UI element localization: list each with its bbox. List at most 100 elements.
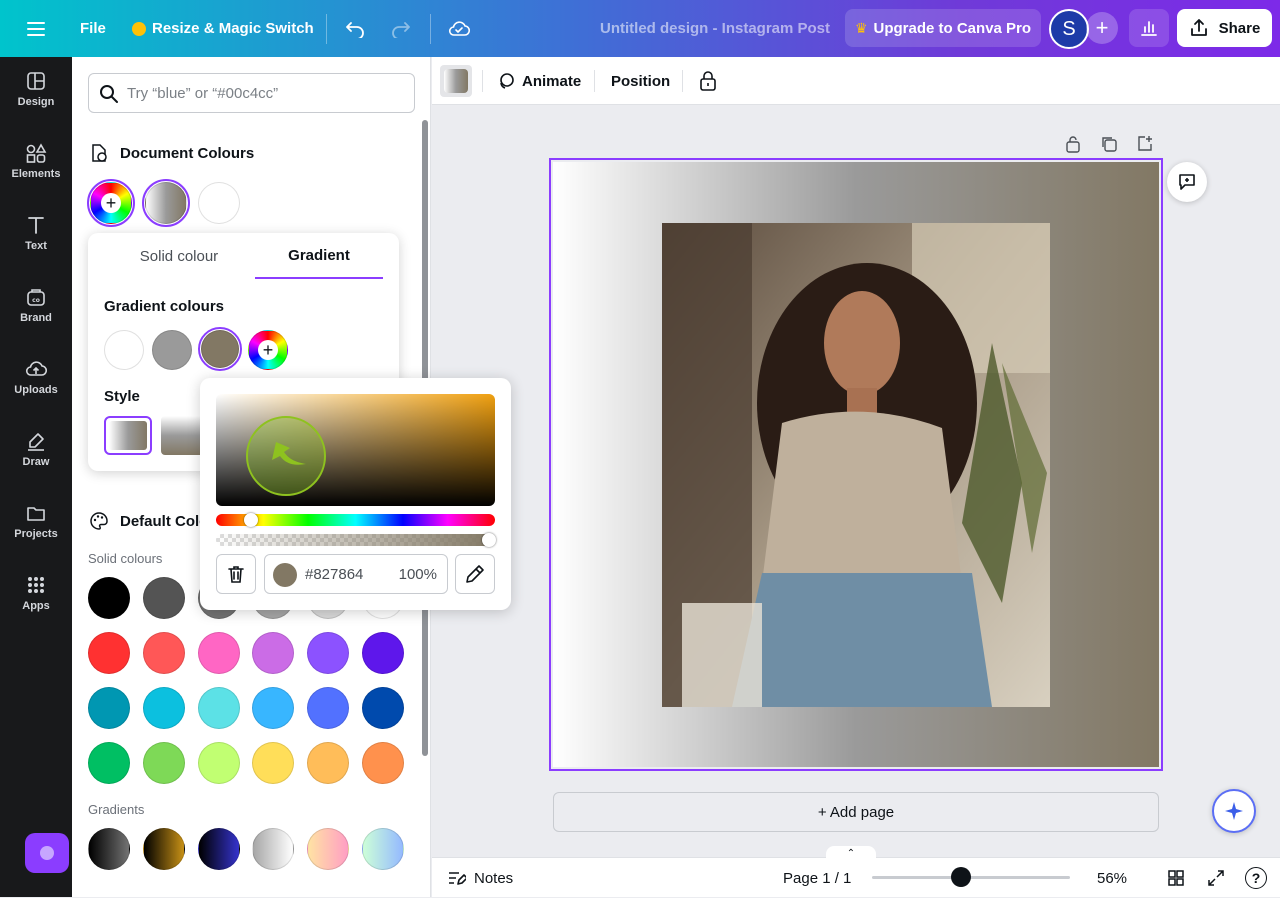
gradient-swatch[interactable] <box>362 828 404 870</box>
solid-colour-swatch[interactable] <box>88 742 130 784</box>
gradient-swatch[interactable] <box>88 828 130 870</box>
colour-search-input[interactable]: Try “blue” or “#00c4cc” <box>88 73 415 113</box>
gradient-swatch[interactable] <box>252 828 294 870</box>
solid-colour-swatch[interactable] <box>198 687 240 729</box>
zoom-level[interactable]: 56% <box>1097 858 1127 898</box>
document-colour-gradient[interactable] <box>142 179 190 227</box>
gradient-style-vertical[interactable] <box>161 416 205 455</box>
add-page-button[interactable]: + Add page <box>553 792 1159 832</box>
avatar[interactable]: S <box>1049 9 1089 49</box>
opacity-value[interactable]: 100% <box>399 566 437 583</box>
duplicate-page-icon[interactable] <box>1099 134 1119 154</box>
fullscreen-icon[interactable] <box>1206 868 1226 888</box>
plus-icon: + <box>101 193 121 213</box>
solid-colour-swatch[interactable] <box>252 742 294 784</box>
document-colours-label: Document Colours <box>120 144 255 162</box>
solid-colour-swatch[interactable] <box>198 632 240 674</box>
solid-colour-swatch[interactable] <box>143 577 185 619</box>
help-icon[interactable]: ? <box>1245 867 1267 889</box>
tab-solid-colour[interactable]: Solid colour <box>104 233 254 279</box>
share-icon <box>1190 19 1207 36</box>
comment-button[interactable] <box>1167 162 1207 202</box>
solid-colour-swatch[interactable] <box>362 632 404 674</box>
document-colours-icon <box>92 144 107 162</box>
magic-icon <box>40 846 54 860</box>
add-gradient-stop-button[interactable]: + <box>248 330 288 370</box>
page-indicator[interactable]: Page 1 / 1 <box>783 858 851 898</box>
add-page-icon[interactable] <box>1135 134 1155 154</box>
zoom-slider-handle[interactable] <box>951 867 972 887</box>
solid-colour-swatch[interactable] <box>307 687 349 729</box>
gradient-stop-2[interactable] <box>152 330 192 370</box>
document-title[interactable]: Untitled design - Instagram Post <box>600 0 830 57</box>
sidebar-item-projects[interactable]: Projects <box>0 489 72 553</box>
sidebar-item-uploads[interactable]: Uploads <box>0 345 72 409</box>
palette-icon <box>90 512 108 530</box>
gradient-swatch[interactable] <box>307 828 349 870</box>
document-colour-white[interactable] <box>198 182 240 224</box>
sparkle-icon <box>1225 802 1243 820</box>
hue-slider-handle[interactable] <box>244 513 258 527</box>
solid-colour-swatch[interactable] <box>143 632 185 674</box>
gradient-style-linear[interactable] <box>104 416 152 455</box>
delete-colour-button[interactable] <box>216 554 256 594</box>
tab-gradient[interactable]: Gradient <box>255 233 383 279</box>
upgrade-pro-button[interactable]: ♛ Upgrade to Canva Pro <box>845 9 1041 47</box>
solid-colour-swatch[interactable] <box>307 632 349 674</box>
solid-colour-swatch[interactable] <box>198 742 240 784</box>
opacity-slider-handle[interactable] <box>482 533 496 547</box>
divider <box>482 70 483 92</box>
solid-colour-swatch[interactable] <box>362 687 404 729</box>
magic-media-button[interactable] <box>25 833 69 873</box>
solid-colour-swatch[interactable] <box>88 632 130 674</box>
animate-button[interactable]: Animate <box>496 57 581 105</box>
gradient-swatch[interactable] <box>143 828 185 870</box>
background-colour-button[interactable] <box>440 65 472 97</box>
projects-icon <box>27 507 45 521</box>
add-colour-button[interactable]: + <box>87 179 135 227</box>
file-menu[interactable]: File <box>80 0 106 57</box>
redo-icon[interactable] <box>388 0 414 57</box>
lock-page-icon[interactable] <box>1063 134 1083 154</box>
sidebar-item-draw[interactable]: Draw <box>0 417 72 481</box>
arrow-cursor-icon <box>272 442 306 465</box>
cloud-saved-icon[interactable] <box>446 0 472 57</box>
undo-icon[interactable] <box>342 0 368 57</box>
solid-colour-swatch[interactable] <box>307 742 349 784</box>
solid-colour-swatch[interactable] <box>143 687 185 729</box>
upgrade-label: Upgrade to Canva Pro <box>873 19 1032 37</box>
solid-colour-swatch[interactable] <box>88 577 130 619</box>
magic-assistant-button[interactable] <box>1212 789 1256 833</box>
gradient-stop-1[interactable] <box>104 330 144 370</box>
gradient-stop-3[interactable] <box>198 327 242 371</box>
position-button[interactable]: Position <box>611 57 670 105</box>
sidebar-item-text[interactable]: Text <box>0 201 72 265</box>
notes-icon <box>449 872 466 885</box>
resize-magic-switch-button[interactable]: Resize & Magic Switch <box>132 0 314 57</box>
grid-view-icon[interactable] <box>1166 868 1186 888</box>
sidebar-item-label: Design <box>17 96 55 108</box>
gradient-swatch[interactable] <box>198 828 240 870</box>
left-sidebar: Design Elements Text co Brand Uploads Dr… <box>0 57 72 897</box>
sidebar-item-apps[interactable]: Apps <box>0 561 72 625</box>
lock-icon[interactable] <box>698 57 718 105</box>
insights-icon[interactable] <box>1129 9 1169 47</box>
hex-input[interactable]: #827864 100% <box>264 554 448 594</box>
trash-icon <box>228 566 244 583</box>
sidebar-item-brand[interactable]: co Brand <box>0 273 72 337</box>
design-icon <box>27 72 45 90</box>
sidebar-item-design[interactable]: Design <box>0 57 72 121</box>
crown-icon: ♛ <box>854 19 868 36</box>
opacity-slider[interactable] <box>216 534 495 546</box>
menu-icon[interactable] <box>22 0 50 57</box>
solid-colour-swatch[interactable] <box>252 632 294 674</box>
add-member-button[interactable]: + <box>1086 12 1118 44</box>
solid-colour-swatch[interactable] <box>143 742 185 784</box>
sidebar-item-elements[interactable]: Elements <box>0 129 72 193</box>
solid-colour-swatch[interactable] <box>362 742 404 784</box>
share-button[interactable]: Share <box>1177 9 1272 47</box>
solid-colour-swatch[interactable] <box>88 687 130 729</box>
notes-button[interactable]: Notes <box>446 858 513 898</box>
solid-colour-swatch[interactable] <box>252 687 294 729</box>
eyedropper-button[interactable] <box>455 554 495 594</box>
